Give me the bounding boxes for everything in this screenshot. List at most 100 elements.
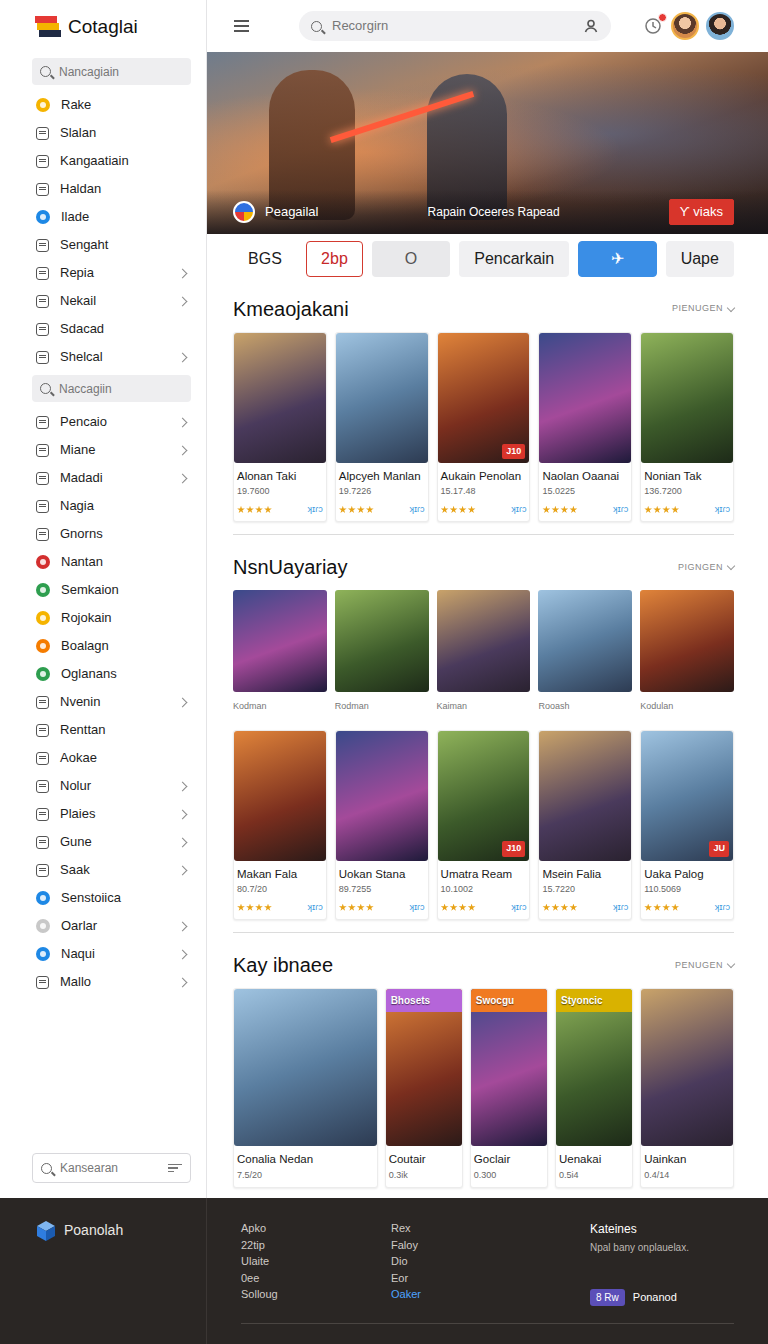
chip-slot: ✈ — [578, 241, 656, 277]
sidebar-item[interactable]: Rojokain — [32, 604, 191, 632]
footer-link[interactable]: Apko — [241, 1220, 391, 1237]
game-card[interactable]: Alpcyeh Manlan19.7226ʞɪɾɔ — [335, 332, 429, 522]
feature-card[interactable]: SwocguGoclair0.300 — [470, 988, 548, 1188]
footer-link-row: Faloy — [391, 1237, 590, 1254]
user-avatar[interactable] — [706, 12, 734, 40]
footer-link[interactable]: Ulaite — [241, 1253, 391, 1270]
game-card[interactable]: Uokan Stana89.7255ʞɪɾɔ — [335, 730, 429, 920]
feature-card[interactable]: BhosetsCoutair0.3ik — [385, 988, 463, 1188]
game-card[interactable]: J10Aukain Penolan15.17.48ʞɪɾɔ — [437, 332, 531, 522]
sidebar-item[interactable]: Nagia — [32, 492, 191, 520]
sidebar-item[interactable]: Mallo — [32, 968, 191, 996]
user-avatar[interactable] — [671, 12, 699, 40]
chevron-right-icon — [178, 352, 188, 362]
footer-link[interactable]: Solloug — [241, 1286, 391, 1303]
sidebar-item[interactable]: Semkaion — [32, 576, 191, 604]
feature-grid: Conalia Nedan7.5/20BhosetsCoutair0.3ikSw… — [233, 988, 734, 1188]
game-cover — [336, 333, 428, 463]
game-card[interactable]: JUUaka Palog110.5069ʞɪɾɔ — [640, 730, 734, 920]
filter-chip[interactable]: Uape — [666, 241, 734, 277]
sidebar-item[interactable]: Oarlar — [32, 912, 191, 940]
filter-chip[interactable]: BGS — [233, 241, 297, 277]
star-icon — [551, 904, 559, 912]
game-tag: ʞɪɾɔ — [715, 901, 730, 915]
sidebar-item[interactable]: Nolur — [32, 772, 191, 800]
sidebar-item[interactable]: Haldan — [32, 175, 191, 203]
sidebar-item[interactable]: Saak — [32, 856, 191, 884]
app-logo[interactable]: Cotaglai — [34, 0, 191, 54]
see-more-link[interactable]: PIENUGEN — [672, 302, 734, 316]
game-card[interactable]: Nonian Tak136.7200ʞɪɾɔ — [640, 332, 734, 522]
sidebar-item[interactable]: Madadi — [32, 464, 191, 492]
footer-link[interactable]: 0ee — [241, 1270, 391, 1287]
filter-chip[interactable]: O — [372, 241, 450, 277]
footer-button[interactable]: 8 RwPonanod — [590, 1289, 677, 1306]
sidebar-item[interactable]: Miane — [32, 436, 191, 464]
footer-link[interactable]: Oaker — [391, 1286, 590, 1303]
sidebar-item[interactable]: Nvenin — [32, 688, 191, 716]
sidebar-item[interactable]: Nekail — [32, 287, 191, 315]
sidebar-item[interactable]: Nantan — [32, 548, 191, 576]
profile-search-icon[interactable] — [583, 18, 599, 34]
sidebar-item[interactable]: Kangaatiain — [32, 147, 191, 175]
filter-chip[interactable]: 2bp — [306, 241, 363, 277]
game-count: 19.7600 — [237, 485, 323, 499]
sidebar-item[interactable]: Shelcal — [32, 343, 191, 371]
notification-icon[interactable] — [642, 15, 664, 37]
sidebar-item[interactable]: Slalan — [32, 119, 191, 147]
game-card[interactable]: J10Umatra Ream10.1002ʞɪɾɔ — [437, 730, 531, 920]
sidebar-search-input[interactable] — [59, 63, 183, 81]
star-icon — [560, 506, 568, 514]
search-input[interactable] — [332, 16, 573, 36]
game-card[interactable]: Makan Fala80.7/20ʞɪɾɔ — [233, 730, 327, 920]
filter-chip[interactable]: ✈ — [578, 241, 656, 277]
see-more-link[interactable]: PENUGEN — [675, 959, 734, 973]
game-card[interactable]: Msein Falia15.7220ʞɪɾɔ — [538, 730, 632, 920]
sidebar-item[interactable]: Repia — [32, 259, 191, 287]
game-card[interactable]: Alonan Taki19.7600ʞɪɾɔ — [233, 332, 327, 522]
sidebar-search-input[interactable] — [59, 380, 183, 398]
feature-card[interactable]: Uainkan0.4/14 — [640, 988, 734, 1188]
feature-card[interactable]: Conalia Nedan7.5/20 — [233, 988, 378, 1188]
sidebar-item[interactable]: Boalagn — [32, 632, 191, 660]
sidebar-item[interactable]: Gnorns — [32, 520, 191, 548]
star-icon — [569, 506, 577, 514]
hero-banner[interactable]: PeagailalRapain Oceeres RapeadƳ viaks — [207, 52, 768, 234]
feature-card[interactable]: StyoncicUenakai0.5i4 — [555, 988, 633, 1188]
game-tile[interactable]: Rodman — [335, 590, 429, 714]
sidebar-item[interactable]: Ilade — [32, 203, 191, 231]
footer-link[interactable]: 22tip — [241, 1237, 391, 1254]
game-tile[interactable]: Rooash — [538, 590, 632, 714]
star-icon — [671, 904, 679, 912]
sidebar-item[interactable]: Pencaio — [32, 408, 191, 436]
footer-link[interactable]: Eor — [391, 1270, 590, 1287]
sidebar-item[interactable]: Plaies — [32, 800, 191, 828]
game-info: Naolan Oaanai15.0225ʞɪɾɔ — [539, 463, 631, 521]
sidebar-item[interactable]: Gune — [32, 828, 191, 856]
footer-brand[interactable]: Poanolah — [0, 1198, 207, 1344]
footer-link[interactable]: Dio — [391, 1253, 590, 1270]
menu-icon[interactable] — [234, 20, 249, 32]
sidebar-item[interactable]: Senstoiica — [32, 884, 191, 912]
sidebar-item[interactable]: Renttan — [32, 716, 191, 744]
sidebar-item[interactable]: Sdacad — [32, 315, 191, 343]
footer-link[interactable]: Rex — [391, 1220, 590, 1237]
sidebar-item[interactable]: Aokae — [32, 744, 191, 772]
game-tile[interactable]: Kodman — [233, 590, 327, 714]
sidebar-item[interactable]: Naqui — [32, 940, 191, 968]
game-tile[interactable]: Kodulan — [640, 590, 734, 714]
footer-link[interactable]: Faloy — [391, 1237, 590, 1254]
sidebar-item[interactable]: Sengaht — [32, 231, 191, 259]
game-tile[interactable]: Kaiman — [437, 590, 531, 714]
see-more-link[interactable]: PIGNGEN — [678, 561, 734, 575]
tile-label: Kodulan — [640, 700, 734, 714]
section-title: NsnUayariay — [233, 555, 347, 579]
category-icon — [36, 295, 49, 308]
filter-chip[interactable]: Pencarkain — [459, 241, 569, 277]
sidebar-item[interactable]: Oglanans — [32, 660, 191, 688]
sidebar-item[interactable]: Rake — [32, 91, 191, 119]
game-card[interactable]: Naolan Oaanai15.0225ʞɪɾɔ — [538, 332, 632, 522]
hero-button[interactable]: Ƴ viaks — [669, 199, 734, 225]
bottom-search-input[interactable] — [60, 1159, 160, 1177]
filter-icon[interactable] — [168, 1164, 182, 1173]
